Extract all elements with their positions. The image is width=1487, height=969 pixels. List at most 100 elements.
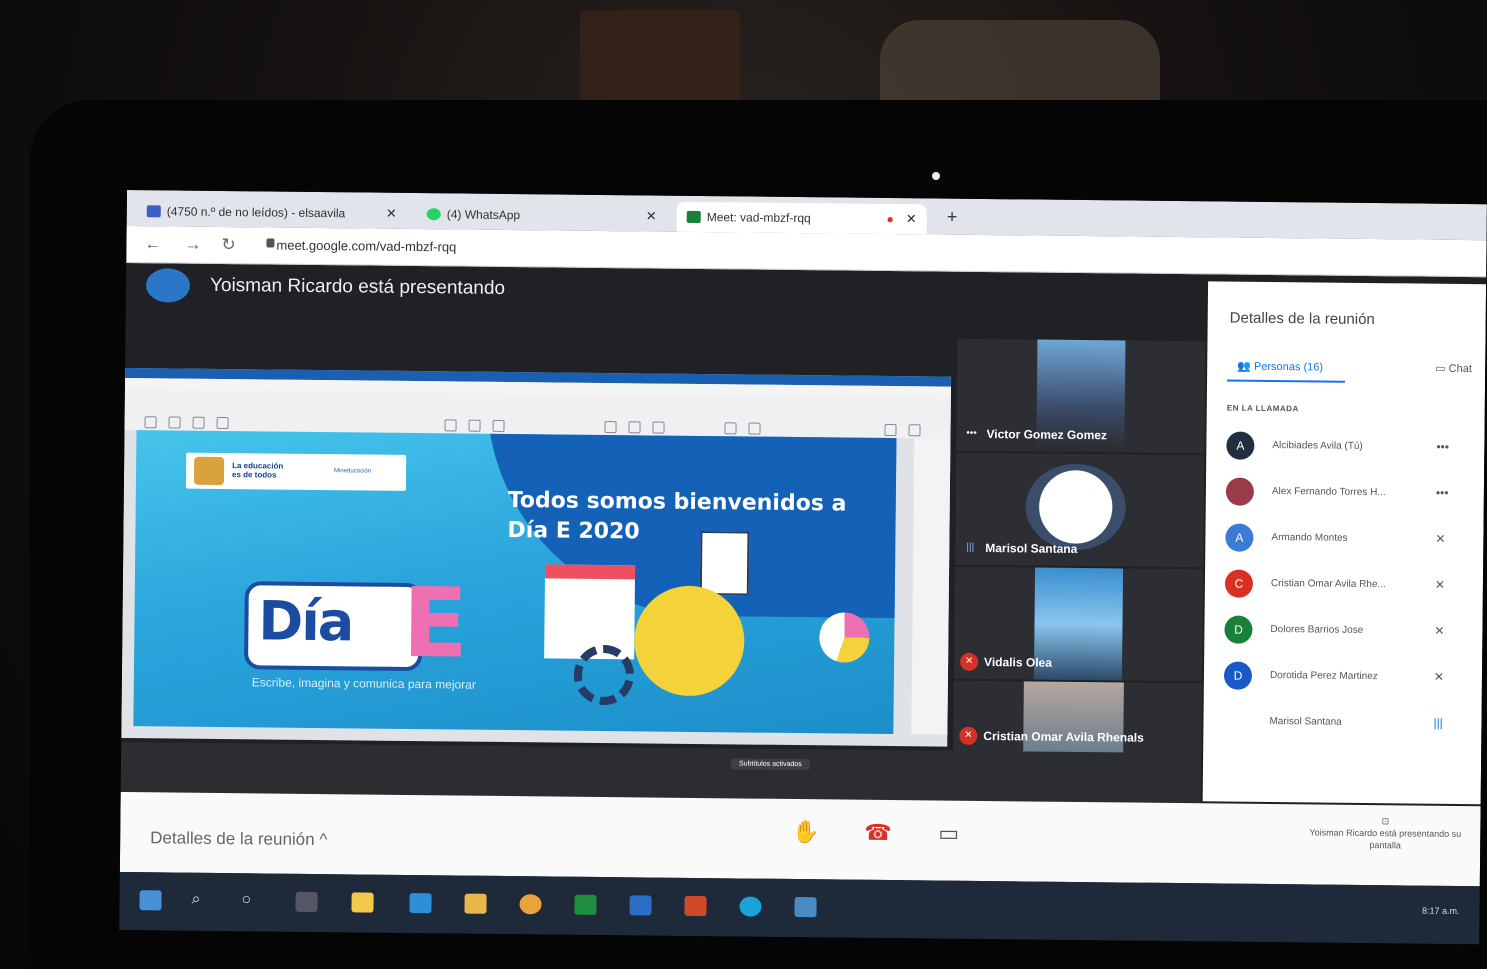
participant-name: Victor Gomez Gomez (986, 427, 1108, 443)
meeting-details-panel: Detalles de la reunión 👥 Personas (16) ▭… (1202, 281, 1487, 805)
more-options-icon[interactable]: ••• (1436, 486, 1449, 500)
presenter-bar: Yoisman Ricardo está presentando (145, 268, 505, 306)
participant-tile[interactable]: ||| Marisol Santana (955, 452, 1205, 568)
speaking-icon: ||| (1433, 715, 1443, 730)
tool-icon (604, 421, 617, 434)
chat-icon: ▭ (1435, 362, 1446, 375)
clipboard-illustration (699, 531, 750, 596)
participant-name: Cristian Omar Avila Rhenals (983, 728, 1144, 745)
participant-name: Dorotida Perez Martinez (1269, 669, 1378, 683)
people-icon: 👥 (1237, 360, 1251, 373)
new-tab-button[interactable]: + (947, 207, 958, 228)
camera-icon[interactable]: ▭ (938, 821, 959, 847)
tab-chat[interactable]: ▭ Chat (1435, 362, 1472, 375)
end-call-icon[interactable]: ☎ (864, 820, 892, 846)
recording-dot-icon: ● (886, 211, 894, 227)
participant-tile[interactable]: ✕ Vidalis Olea (953, 566, 1204, 682)
url-field[interactable]: meet.google.com/vad-mbzf-rqq (276, 238, 456, 255)
mic-off-icon: ✕ (960, 652, 979, 671)
meeting-controls-bar: Detalles de la reunión ^ ✋ ☎ ▭ ⊡ Yoisman… (119, 791, 1481, 887)
participant-tile[interactable]: ✕ Cristian Omar Avila Rhenals (953, 680, 1202, 756)
present-screen-icon: ⊡ (1381, 816, 1390, 827)
participant-tile[interactable]: ••• Victor Gomez Gomez (956, 338, 1206, 454)
mic-off-icon: ✕ (1434, 577, 1446, 592)
mic-off-icon: ✕ (1433, 669, 1445, 684)
slide-logo: La educación es de todos Mineducación (185, 452, 407, 491)
edge-icon[interactable] (739, 896, 762, 917)
participant-row[interactable]: Marisol Santana ||| (1223, 707, 1473, 743)
ministry-text: Mineducación (334, 468, 372, 475)
pie-chart-illustration (819, 612, 870, 663)
task-view-icon[interactable] (295, 891, 318, 913)
panel-title: Detalles de la reunión (1229, 309, 1375, 329)
search-icon[interactable]: ⌕ (191, 891, 213, 911)
folder-icon[interactable] (464, 893, 487, 914)
presenter-avatar (145, 268, 191, 303)
tab-whatsapp[interactable]: (4) WhatsApp ✕ (417, 199, 667, 232)
tab-meet[interactable]: Meet: vad-mbzf-rqq ● ✕ (676, 201, 927, 235)
participant-name: Vidalis Olea (984, 655, 1053, 670)
participant-name: Armando Montes (1271, 532, 1348, 544)
mic-off-icon: ✕ (1434, 623, 1445, 638)
back-icon[interactable]: ← (144, 234, 161, 254)
meeting-details-button[interactable]: Detalles de la reunión ^ (150, 828, 327, 850)
participant-row[interactable]: D Dorotida Perez Martinez ✕ (1223, 661, 1474, 697)
tool-icon (144, 416, 157, 429)
participant-row[interactable]: D Dolores Barrios Jose ✕ (1224, 615, 1474, 651)
more-options-icon[interactable]: ••• (1436, 440, 1449, 454)
mic-off-icon: ✕ (1435, 531, 1446, 546)
more-options-icon[interactable]: ••• (962, 425, 980, 443)
cortana-icon[interactable]: ○ (241, 891, 263, 911)
participant-row[interactable]: A Armando Montes ✕ (1225, 523, 1475, 559)
close-tab-icon[interactable]: ✕ (386, 206, 397, 222)
participant-row[interactable]: A Alcibiades Avila (Tú) ••• (1226, 431, 1476, 467)
forward-icon[interactable]: → (184, 235, 201, 255)
tool-icon (908, 424, 921, 437)
word-icon[interactable] (629, 895, 652, 916)
chrome-icon[interactable] (519, 894, 542, 915)
chrome-active-icon[interactable] (794, 897, 817, 918)
powerpoint-icon[interactable] (684, 895, 707, 917)
tool-icon (652, 421, 665, 434)
tab-email[interactable]: (4750 n.º de no leídos) - elsaavila ✕ (137, 196, 407, 229)
dia-e-letter: E (401, 566, 469, 680)
tool-icon (724, 422, 737, 435)
taskbar-clock[interactable]: 8:17 a.m. (1422, 906, 1460, 916)
tool-icon (468, 419, 481, 432)
mail-app-icon[interactable] (409, 892, 432, 914)
start-icon[interactable] (139, 890, 162, 911)
captions-label: Subtítulos activados (730, 758, 810, 771)
dia-logo-card: Día (243, 581, 423, 672)
avatar: C (1224, 569, 1254, 598)
tool-icon (628, 421, 641, 434)
tab-people[interactable]: 👥 Personas (16) (1237, 360, 1323, 374)
calendar-illustration (544, 564, 636, 660)
lightbulb-illustration (633, 585, 745, 697)
presenting-note: ⊡ Yoisman Ricardo está presentando su pa… (1300, 814, 1470, 852)
tab-indicator (1227, 379, 1346, 383)
raise-hand-icon[interactable]: ✋ (792, 819, 820, 845)
laptop-screen: (4750 n.º de no leídos) - elsaavila ✕ (4… (119, 190, 1487, 945)
reload-icon[interactable]: ↻ (221, 235, 235, 255)
tool-icon (168, 416, 181, 429)
shared-screen: La educación es de todos Mineducación Tod… (121, 367, 952, 747)
close-tab-icon[interactable]: ✕ (906, 211, 917, 227)
chevron-up-icon: ^ (319, 830, 328, 850)
participant-avatar (1025, 463, 1127, 551)
close-tab-icon[interactable]: ✕ (646, 208, 657, 224)
participant-row[interactable]: C Cristian Omar Avila Rhe... ✕ (1224, 569, 1475, 605)
excel-icon[interactable] (574, 894, 597, 915)
avatar: A (1225, 523, 1254, 552)
avatar: D (1223, 661, 1253, 690)
avatar (1225, 477, 1255, 506)
mic-off-icon: ✕ (959, 726, 978, 745)
avatar: A (1226, 431, 1255, 460)
avatar: D (1224, 615, 1253, 644)
coat-of-arms-icon (193, 456, 225, 486)
tool-icon (748, 422, 761, 435)
shared-window-sidebar (911, 438, 951, 735)
participant-row[interactable]: Alex Fernando Torres H... ••• (1225, 477, 1476, 513)
slide-title: Todos somos bienvenidos a Día E 2020 (507, 488, 847, 545)
speaking-icon: ||| (966, 541, 975, 553)
store-icon[interactable] (351, 892, 374, 913)
